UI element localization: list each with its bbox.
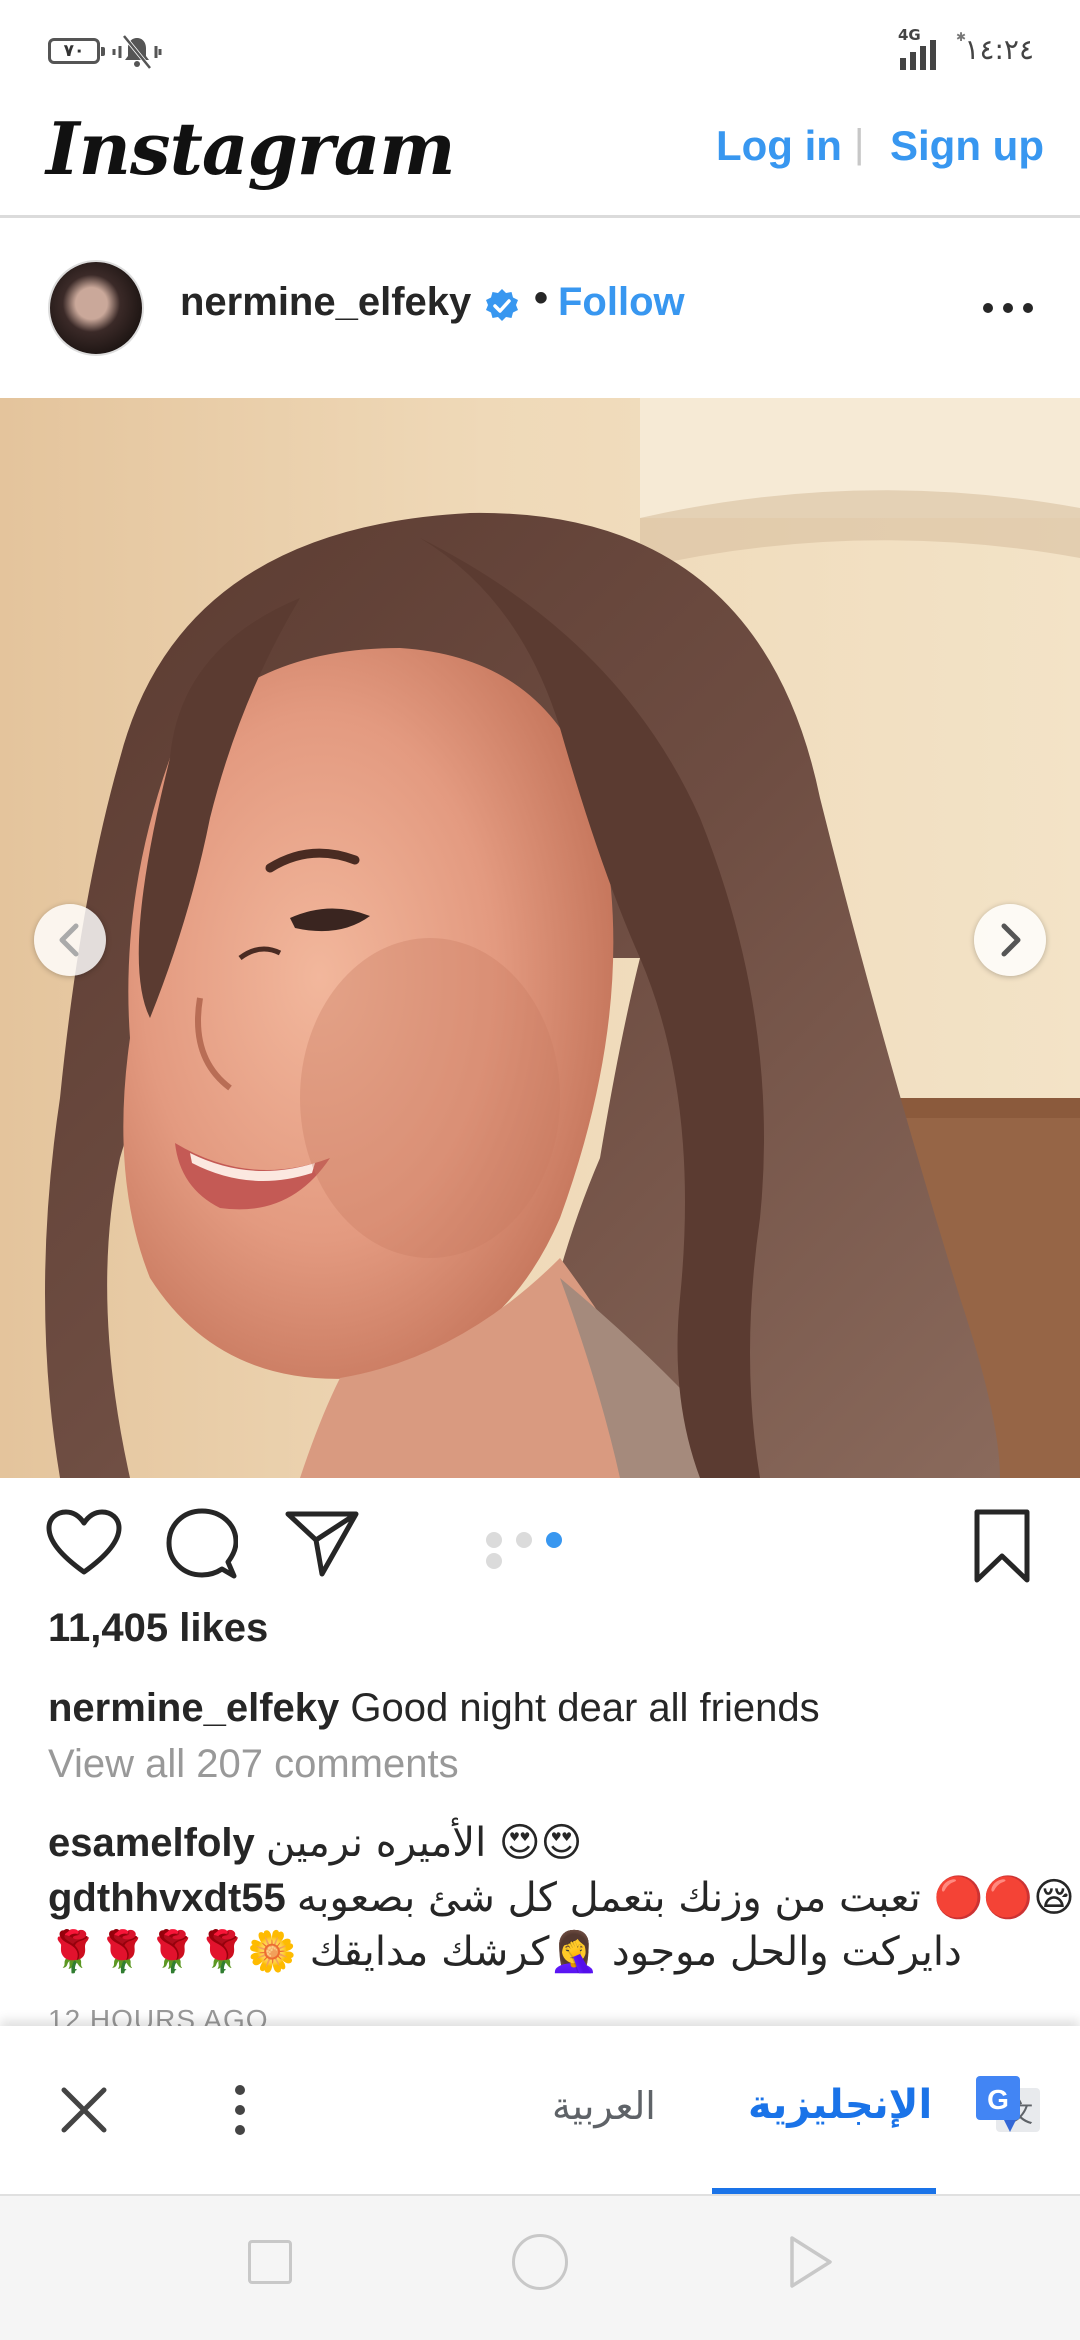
login-link[interactable]: Log in xyxy=(716,122,842,170)
kebab-icon[interactable] xyxy=(228,2082,252,2138)
comment-text-continuation: دايركت والحل موجود 🤦‍♀️كرشك مدايقك 🌼🌹🌹🌹🌹 xyxy=(48,1929,962,1975)
battery-level: ٧٠ xyxy=(63,41,85,61)
signup-link[interactable]: Sign up xyxy=(890,122,1044,170)
carousel-next-button[interactable] xyxy=(974,904,1046,976)
carousel-dot xyxy=(486,1532,502,1548)
chevron-left-icon xyxy=(59,923,79,957)
mute-icon xyxy=(112,34,162,70)
comment-item: gdthhvxdt55 تعبت من وزنك بتعمل كل شئ بصع… xyxy=(48,1874,1075,1921)
post-username[interactable]: nermine_elfeky xyxy=(180,280,471,325)
carousel-dot xyxy=(516,1532,532,1548)
comment-username[interactable]: gdthhvxdt55 xyxy=(48,1876,286,1920)
verified-icon xyxy=(486,289,518,321)
share-icon[interactable] xyxy=(284,1508,360,1578)
recents-button[interactable] xyxy=(248,2240,292,2284)
carousel-dot-active xyxy=(546,1532,562,1548)
bookmark-icon[interactable] xyxy=(972,1508,1032,1584)
svg-text:G: G xyxy=(987,2084,1009,2115)
signal-icon xyxy=(900,40,936,70)
post-photo[interactable] xyxy=(0,398,1080,1478)
instagram-logo[interactable]: Instagram xyxy=(46,106,456,191)
post-header: nermine_elfeky • Follow xyxy=(0,218,1080,398)
comment-item: esamelfoly الأميره نرمين 😍😍 xyxy=(48,1820,582,1866)
carousel-indicator xyxy=(486,1532,596,1569)
home-button[interactable] xyxy=(512,2234,568,2290)
more-icon[interactable] xyxy=(980,300,1036,316)
clock: ١٤:٢٤ xyxy=(964,33,1034,66)
header-separator: | xyxy=(854,122,865,166)
translate-bar: العربية الإنجليزية 文 G xyxy=(0,2026,1080,2196)
dot-separator: • xyxy=(534,276,549,320)
app-header: Instagram Log in | Sign up xyxy=(0,100,1080,218)
comment-text: تعبت من وزنك بتعمل كل شئ بصعوبه 🔴🔴😪 xyxy=(296,1875,1075,1921)
comment-icon[interactable] xyxy=(166,1508,238,1580)
battery-icon: ٧٠ xyxy=(48,38,105,64)
post-caption: nermine_elfeky Good night dear all frien… xyxy=(48,1686,820,1731)
comment-username[interactable]: esamelfoly xyxy=(48,1821,255,1865)
tab-target-language[interactable]: الإنجليزية xyxy=(748,2082,932,2128)
caption-username[interactable]: nermine_elfeky xyxy=(48,1686,339,1730)
portrait-image xyxy=(0,398,1080,1478)
view-all-comments-link[interactable]: View all 207 comments xyxy=(48,1742,459,1787)
google-translate-icon[interactable]: 文 G xyxy=(974,2074,1042,2142)
caption-text: Good night dear all friends xyxy=(350,1686,820,1730)
status-bar: ٧٠ 4G ✱ ١٤:٢٤ xyxy=(0,0,1080,100)
follow-button[interactable]: Follow xyxy=(558,280,685,325)
chevron-right-icon xyxy=(1001,923,1021,957)
post-actions xyxy=(0,1478,1080,1608)
active-tab-indicator xyxy=(712,2188,936,2194)
comment-text: الأميره نرمين 😍😍 xyxy=(265,1820,583,1866)
avatar[interactable] xyxy=(48,260,144,356)
system-nav-bar xyxy=(0,2196,1080,2340)
carousel-prev-button[interactable] xyxy=(34,904,106,976)
likes-count[interactable]: 11,405 likes xyxy=(48,1606,268,1651)
tab-source-language[interactable]: العربية xyxy=(552,2084,656,2128)
close-icon[interactable] xyxy=(58,2084,110,2136)
carousel-dot xyxy=(486,1553,502,1569)
heart-icon[interactable] xyxy=(46,1508,122,1578)
back-button[interactable] xyxy=(784,2234,836,2290)
